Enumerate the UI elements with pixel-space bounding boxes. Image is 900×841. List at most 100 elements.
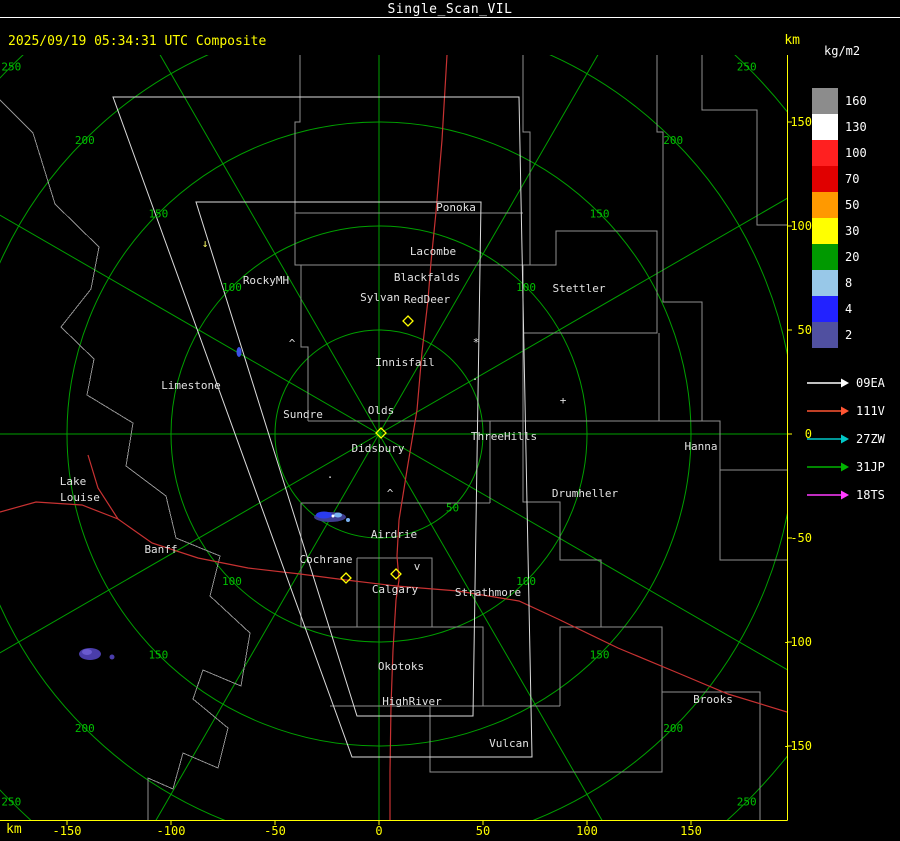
city-label: Louise: [60, 491, 100, 504]
city-label: Limestone: [161, 379, 221, 392]
arrow-head: [841, 406, 849, 416]
legend-color-scale: 160 130 100 70 50 30 20 8 4 2: [812, 88, 867, 348]
county-boundary: [701, 55, 787, 226]
radar-arrow-icon: [807, 406, 849, 416]
city-label: Hanna: [684, 440, 717, 453]
county-boundary: [522, 213, 531, 333]
precip-echo: [334, 512, 342, 518]
legend-color-swatch: [812, 296, 838, 322]
precip-echo: [109, 654, 115, 660]
legend-level-value: 50: [845, 198, 860, 212]
arrow-head: [841, 378, 849, 388]
range-ring-label: 150: [590, 649, 610, 662]
legend-radar-row: 18TS: [806, 481, 885, 509]
range-ring-label: 150: [148, 649, 168, 662]
arrow-head: [841, 490, 849, 500]
legend-level-value: 160: [845, 94, 867, 108]
legend-level-value: 30: [845, 224, 860, 238]
city-label: RockyMH: [243, 274, 289, 287]
city-label: Didsbury: [352, 442, 405, 455]
storm-symbol: v: [414, 560, 421, 573]
range-ring-label: 200: [663, 722, 683, 735]
city-label: Airdrie: [371, 528, 417, 541]
county-boundary: [522, 421, 602, 706]
legend-color-swatch: [812, 322, 838, 348]
legend-level-value: 4: [845, 302, 853, 316]
legend-level-row: 2: [812, 322, 867, 348]
city-label: Brooks: [693, 693, 733, 706]
legend-radar-id: 27ZW: [856, 432, 885, 446]
range-ring-label: 250: [737, 796, 757, 809]
county-boundary: [659, 420, 787, 471]
city-label: Banff: [144, 543, 177, 556]
legend-color-swatch: [812, 114, 838, 140]
legend-level-value: 2: [845, 328, 853, 342]
precip-echo: [331, 514, 335, 518]
range-ring-label: 200: [663, 134, 683, 147]
city-label: Okotoks: [378, 660, 424, 673]
city-label: RedDeer: [404, 293, 451, 306]
radar-arrow-icon: [807, 434, 849, 444]
precip-echo: [82, 649, 92, 655]
legend-level-row: 100: [812, 140, 867, 166]
city-label: Lake: [60, 475, 87, 488]
city-labels: Ponoka Lacombe Blackfalds RedDeer Sylvan Rock…: [60, 201, 733, 750]
range-ring-label: 100: [222, 575, 242, 588]
radar-arrow-icon: [807, 462, 849, 472]
radar-site-marker: [402, 315, 414, 327]
arrow-head: [841, 462, 849, 472]
legend-level-row: 130: [812, 114, 867, 140]
range-ring-label: 150: [148, 207, 168, 220]
storm-symbol: ^: [387, 487, 394, 500]
legend-level-row: 4: [812, 296, 867, 322]
radar-site-marker: [340, 572, 352, 584]
precip-echo: [236, 347, 242, 357]
mountain-boundary: [0, 99, 251, 820]
legend-level-value: 70: [845, 172, 860, 186]
city-label: Ponoka: [436, 201, 476, 214]
range-ring-label: 200: [75, 134, 95, 147]
legend-color-swatch: [812, 140, 838, 166]
precip-echo: [316, 511, 332, 519]
county-boundary: [522, 333, 660, 422]
county-boundary: [429, 692, 663, 773]
legend-radar-id: 31JP: [856, 460, 885, 474]
county-boundary: [522, 55, 531, 213]
legend-level-value: 130: [845, 120, 867, 134]
legend-radar-row: 09EA: [806, 369, 885, 397]
county-boundary: [294, 55, 301, 213]
legend-radar-id: 111V: [856, 404, 885, 418]
storm-symbol: +: [560, 394, 567, 407]
legend-radar-row: 111V: [806, 397, 885, 425]
storm-symbol: ^: [289, 337, 296, 350]
city-label: Innisfail: [375, 356, 435, 369]
legend-level-row: 70: [812, 166, 867, 192]
city-label: Lacombe: [410, 245, 456, 258]
radar-site-marker: [390, 568, 402, 580]
range-ring-label: 100: [222, 281, 242, 294]
legend-level-value: 20: [845, 250, 860, 264]
legend-level-row: 20: [812, 244, 867, 270]
county-boundary: [719, 470, 787, 561]
legend-color-swatch: [812, 192, 838, 218]
city-label: HighRiver: [382, 695, 442, 708]
city-label: Calgary: [372, 583, 419, 596]
range-ring-label: 50: [446, 502, 459, 515]
city-label: Cochrane: [300, 553, 353, 566]
storm-symbol: *: [473, 336, 480, 349]
storm-symbol: ·: [327, 471, 334, 484]
legend-level-row: 8: [812, 270, 867, 296]
legend-level-value: 100: [845, 146, 867, 160]
legend-level-row: 160: [812, 88, 867, 114]
legend-level-row: 50: [812, 192, 867, 218]
legend-level-value: 8: [845, 276, 853, 290]
precip-echo: [346, 518, 350, 522]
radar-arrow-icon: [807, 378, 849, 388]
arrow-head: [841, 434, 849, 444]
city-label: Olds: [368, 404, 395, 417]
range-ring-label: 150: [590, 207, 610, 220]
city-label: Vulcan: [489, 737, 529, 750]
storm-symbol: ·: [472, 373, 479, 386]
range-ring-label: 250: [737, 60, 757, 73]
legend-level-row: 30: [812, 218, 867, 244]
